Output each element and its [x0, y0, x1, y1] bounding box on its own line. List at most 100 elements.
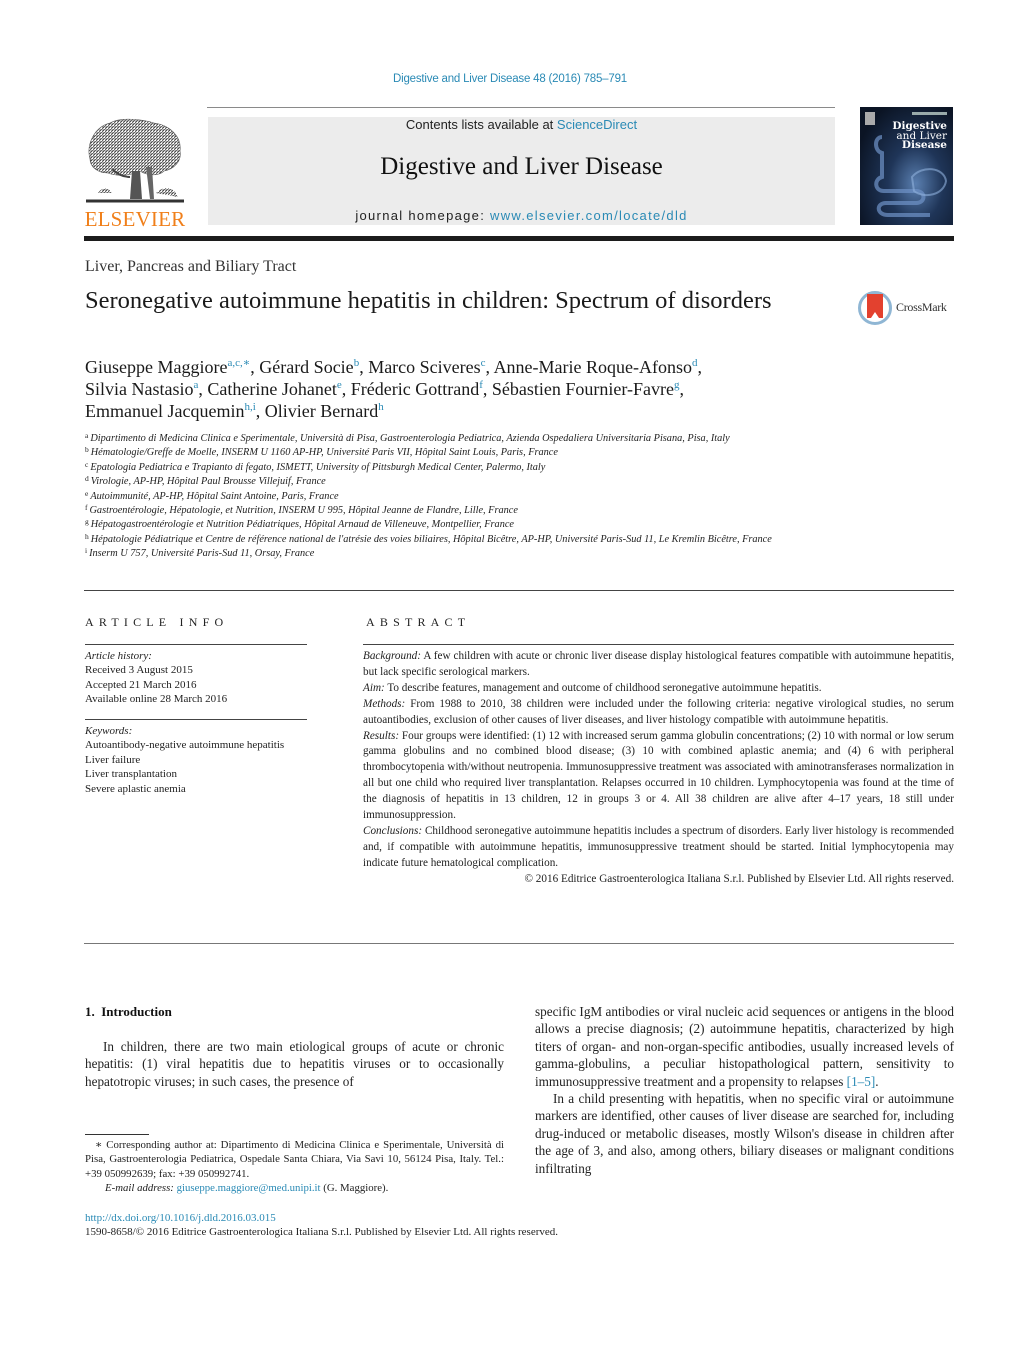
section-text: From 1988 to 2010, 38 children were incl… [363, 697, 954, 726]
affiliation-item: f Gastroentérologie, Hépatologie, et Nutr… [85, 504, 845, 518]
author-name: Anne-Marie Roque-Afonso [493, 357, 693, 377]
author-name: Gérard Socie [259, 357, 354, 377]
affiliation-text: Dipartimento di Medicina Clinica e Speri… [90, 433, 730, 444]
affiliation-text: Hématologie/Greffe de Moelle, INSERM U 1… [90, 447, 558, 459]
homepage-prefix: journal homepage: [355, 208, 491, 223]
author[interactable]: Sébastien Fournier-Favreg, [492, 379, 684, 399]
affiliation-item: b Hématologie/Greffe de Moelle, INSERM U … [85, 446, 845, 460]
section-label: Liver, Pancreas and Biliary Tract [85, 258, 297, 275]
section-text: Four groups were identified: (1) 12 with… [363, 729, 954, 822]
affiliation-item: c Epatologia Pediatrica e Trapianto di fe… [85, 461, 845, 475]
author[interactable]: Catherine Johanete, [207, 379, 350, 399]
author[interactable]: Giuseppe Maggiorea,c,∗, [85, 357, 259, 377]
affiliation-item: h Hépatologie Pédiatrique et Centre de ré… [85, 533, 845, 547]
crossmark-button[interactable]: CrossMark [858, 291, 958, 331]
abstract-rule [363, 644, 954, 645]
affiliation-key: e [85, 488, 89, 498]
abstract-results: Results: Four groups were identified: (1… [363, 729, 954, 824]
doi-link[interactable]: http://dx.doi.org/10.1016/j.dld.2016.03.… [85, 1212, 276, 1224]
introduction-heading: 1. Introduction [85, 1004, 172, 1019]
email-label: E-mail address: [105, 1182, 174, 1195]
author[interactable]: Fréderic Gottrandf, [351, 379, 492, 399]
author-name: Fréderic Gottrand [350, 379, 480, 399]
author-name: Emmanuel Jacquemin [85, 401, 245, 421]
citation-link[interactable]: [1–5] [847, 1074, 876, 1089]
body-paragraph: In a child presenting with hepatitis, wh… [535, 1091, 954, 1176]
history-label: Article history: [85, 650, 152, 662]
keyword[interactable]: Severe aplastic anemia [85, 782, 310, 796]
affiliation-item: g Hépatogastroentérologie et Nutrition Pé… [85, 518, 845, 532]
section-label: Aim: [363, 681, 385, 694]
article-info-heading: ARTICLE INFO [85, 615, 229, 629]
accepted-date: Accepted 21 March 2016 [85, 678, 197, 691]
keyword[interactable]: Liver transplantation [85, 767, 310, 781]
online-date: Available online 28 March 2016 [85, 693, 228, 706]
corresponding-author-footnote: ∗ Corresponding author at: Dipartimento … [85, 1138, 504, 1196]
affiliation-text: Gastroentérologie, Hépatologie, et Nutri… [89, 505, 518, 517]
footnote-rule [85, 1134, 149, 1135]
section-label: Results: [363, 729, 400, 742]
article-info-rule [85, 644, 307, 645]
article-history: Article history: Received 3 August 2015 … [85, 649, 227, 707]
elsevier-logo[interactable]: ELSEVIER [84, 117, 186, 231]
separator: , [255, 401, 265, 421]
abstract-copyright: © 2016 Editrice Gastroenterologica Itali… [524, 872, 954, 885]
affiliation-item: a Dipartimento di Medicina Clinica e Sper… [85, 432, 845, 446]
contents-prefix: Contents lists available at [405, 117, 557, 132]
affiliation-text: Autoimmunité, AP-HP, Hôpital Saint Antoi… [90, 490, 339, 502]
introduction-paragraph: In children, there are two main etiologi… [85, 1039, 504, 1089]
author[interactable]: Olivier Bernardh [265, 401, 384, 421]
abstract-body: Background: A few children with acute or… [363, 649, 954, 888]
keyword[interactable]: Liver failure [85, 753, 310, 767]
keywords-rule [85, 719, 307, 720]
sciencedirect-link[interactable]: ScienceDirect [557, 117, 637, 132]
keywords-label: Keywords: [85, 725, 133, 737]
affiliation-item: d Virologie, AP-HP, Hôpital Paul Brousse … [85, 475, 845, 489]
author-affiliation-ref[interactable]: h,i [244, 401, 255, 413]
journal-cover-image[interactable]: Digestive and Liver Disease [860, 107, 953, 225]
journal-reference-link[interactable]: Digestive and Liver Disease 48 (2016) 78… [0, 73, 1020, 85]
author[interactable]: Emmanuel Jacqueminh,i, [85, 401, 265, 421]
affiliations-list: a Dipartimento di Medicina Clinica e Sper… [85, 432, 845, 562]
author[interactable]: Silvia Nastasioa, [85, 379, 207, 399]
keyword[interactable]: Autoantibody-negative autoimmune hepatit… [85, 738, 310, 752]
affiliation-text: Epatologia Pediatrica e Trapianto di feg… [90, 461, 546, 473]
homepage-line: journal homepage: www.elsevier.com/locat… [208, 208, 835, 223]
affiliation-item: e Autoimmunité, AP-HP, Hôpital Saint Anto… [85, 488, 845, 504]
email-link[interactable]: giuseppe.maggiore@med.unipi.it [177, 1182, 321, 1194]
intestine-illustration-icon [874, 135, 948, 217]
affiliation-key: a [85, 431, 89, 440]
affiliation-key: d [85, 474, 89, 484]
affiliation-item: i Inserm U 757, Université Paris-Sud 11, … [85, 547, 845, 561]
affiliation-key: g [85, 517, 89, 527]
header-thick-rule [84, 236, 954, 241]
section-label: Conclusions: [363, 824, 423, 837]
section-text: Childhood seronegative autoimmune hepati… [363, 824, 954, 869]
journal-masthead: Contents lists available at ScienceDirec… [208, 117, 835, 225]
author[interactable]: Marco Sciveresc, [368, 357, 493, 377]
affiliation-text: Virologie, AP-HP, Hôpital Paul Brousse V… [90, 476, 326, 488]
separator: , [697, 357, 703, 377]
contents-line: Contents lists available at ScienceDirec… [208, 117, 835, 133]
section-text: A few children with acute or chronic liv… [363, 650, 954, 678]
header-rule [207, 107, 835, 108]
author-affiliation-ref[interactable]: h [378, 401, 384, 413]
issn-copyright: 1590-8658/© 2016 Editrice Gastroenterolo… [85, 1226, 559, 1238]
separator: , [359, 357, 369, 377]
body-column-right: specific IgM antibodies or viral nucleic… [535, 1003, 954, 1177]
section-label: Methods: [363, 697, 406, 710]
author-affiliation-ref[interactable]: a,c,∗ [227, 357, 250, 369]
paragraph-text: . [875, 1073, 879, 1089]
abstract-end-rule [84, 943, 954, 944]
affiliations-rule [84, 590, 954, 591]
affiliation-key: b [85, 445, 89, 455]
journal-homepage-link[interactable]: www.elsevier.com/locate/dld [490, 208, 688, 223]
separator: , [341, 379, 351, 399]
author[interactable]: Anne-Marie Roque-Afonsod, [494, 357, 702, 377]
author-name: Catherine Johanet [207, 379, 337, 399]
separator: , [482, 379, 492, 399]
corresponding-address: ∗ Corresponding author at: Dipartimento … [85, 1139, 504, 1180]
elsevier-wordmark: ELSEVIER [84, 207, 186, 231]
author[interactable]: Gérard Socieb, [259, 357, 368, 377]
separator: , [485, 357, 494, 377]
